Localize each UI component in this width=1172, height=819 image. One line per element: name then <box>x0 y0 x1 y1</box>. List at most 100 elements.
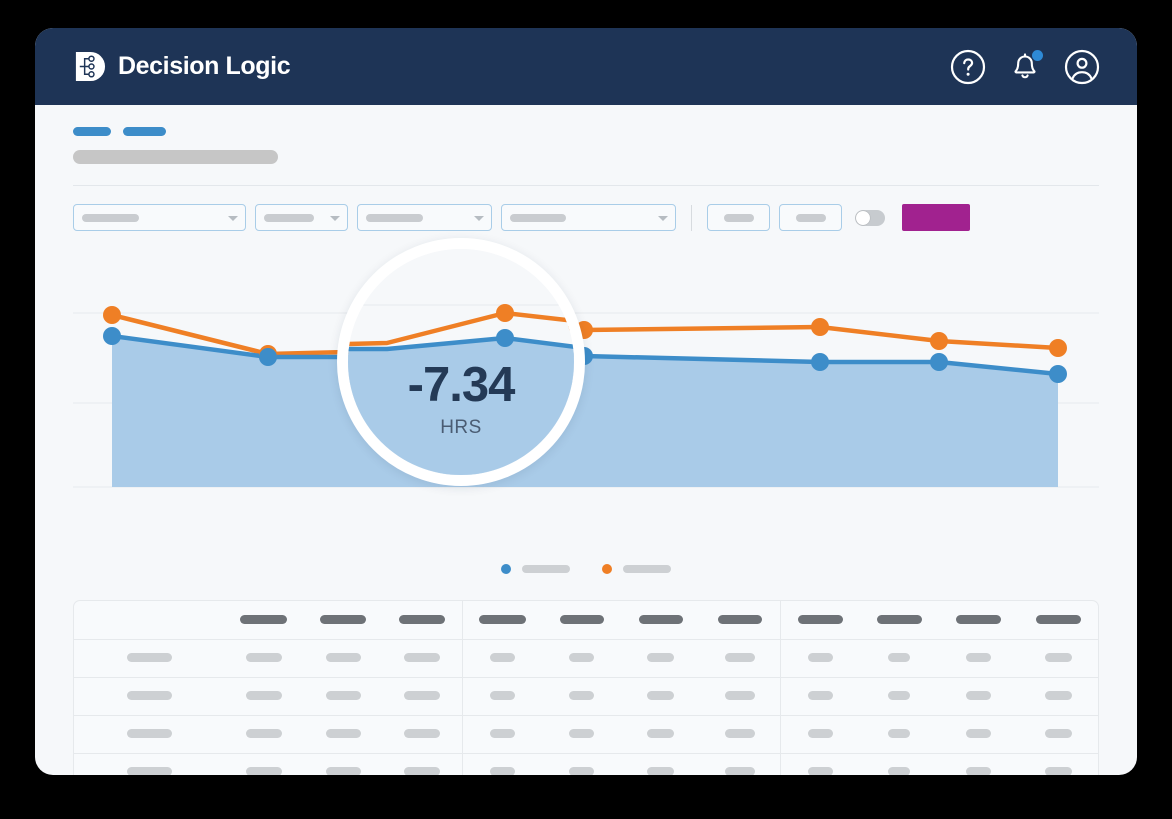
cell-pill <box>126 691 172 700</box>
table-cell <box>303 639 383 678</box>
magnifier-lens[interactable]: -7.34 HRS <box>337 238 585 486</box>
help-circle-icon[interactable] <box>949 48 987 86</box>
cell-pill <box>725 729 756 738</box>
breadcrumb <box>73 127 1099 136</box>
header-pill <box>478 614 526 624</box>
table-header-cell[interactable] <box>74 601 224 640</box>
filter-select-1[interactable] <box>73 204 246 231</box>
cell-pill <box>725 767 756 775</box>
page-title <box>73 150 278 164</box>
legend-item-series1[interactable] <box>501 564 570 574</box>
table-header-cell[interactable] <box>621 601 701 640</box>
table-cell <box>621 639 701 678</box>
apply-button[interactable] <box>902 204 970 231</box>
table-cell <box>541 753 622 775</box>
table-cell <box>224 753 304 775</box>
table-row[interactable] <box>74 639 1098 678</box>
filter-select-3-value <box>366 213 423 222</box>
cell-pill <box>569 767 595 775</box>
table-cell <box>303 753 383 775</box>
cell-pill <box>807 767 833 775</box>
chart-legend <box>35 564 1137 574</box>
header-pill <box>876 614 922 624</box>
table-cell <box>224 677 304 716</box>
cell-pill <box>325 653 361 662</box>
chart: -7.34 HRS <box>73 238 1099 555</box>
cell-pill <box>1044 729 1072 738</box>
app-window: Decision Logic -7.34 HRS <box>35 28 1137 775</box>
chevron-down-icon <box>658 215 668 221</box>
header-actions <box>949 48 1101 86</box>
toggle-knob <box>856 210 870 225</box>
chevron-down-icon <box>330 215 340 221</box>
table-cell <box>939 753 1019 775</box>
data-table-card <box>73 600 1099 775</box>
table-cell <box>939 715 1019 754</box>
cell-pill <box>404 691 441 700</box>
cell-pill <box>725 691 756 700</box>
cell-pill <box>245 691 282 700</box>
table-header-cell[interactable] <box>461 601 542 640</box>
cell-pill <box>807 691 833 700</box>
magnifier-content <box>348 249 574 475</box>
filter-select-3[interactable] <box>357 204 492 231</box>
cell-pill <box>966 653 992 662</box>
table-row[interactable] <box>74 677 1098 716</box>
chevron-down-icon <box>474 215 484 221</box>
table-cell <box>303 715 383 754</box>
breadcrumb-item-2[interactable] <box>123 127 166 136</box>
table-cell <box>382 677 463 716</box>
cell-pill <box>888 767 911 775</box>
table-header-cell[interactable] <box>303 601 383 640</box>
table-header-cell[interactable] <box>1018 601 1098 640</box>
filter-select-2[interactable] <box>255 204 348 231</box>
page-top <box>35 105 1137 186</box>
filter-select-4[interactable] <box>501 204 676 231</box>
table-row[interactable] <box>74 715 1098 754</box>
legend-label-series2 <box>623 565 671 573</box>
table-header-cell[interactable] <box>382 601 463 640</box>
cell-pill <box>807 653 833 662</box>
table-header-cell[interactable] <box>779 601 860 640</box>
filter-button-2[interactable] <box>779 204 842 231</box>
header-pill <box>240 614 288 624</box>
table-cell <box>382 753 463 775</box>
table-header-cell[interactable] <box>859 601 940 640</box>
filter-select-4-value <box>510 213 566 222</box>
cell-pill <box>126 767 172 775</box>
table-header-cell[interactable] <box>224 601 304 640</box>
view-toggle[interactable] <box>855 209 885 226</box>
filter-select-2-value <box>264 213 314 222</box>
cell-pill <box>404 767 441 775</box>
table-cell <box>700 715 781 754</box>
chevron-down-icon <box>228 215 238 221</box>
brand[interactable]: Decision Logic <box>73 50 291 83</box>
legend-item-series2[interactable] <box>602 564 671 574</box>
table-cell <box>621 677 701 716</box>
cell-pill <box>569 729 595 738</box>
bell-icon[interactable] <box>1006 48 1044 86</box>
table-cell-label <box>74 677 224 716</box>
table-header-cell[interactable] <box>541 601 622 640</box>
table-header-cell[interactable] <box>700 601 781 640</box>
chart-plot[interactable] <box>73 253 1099 555</box>
header-pill <box>797 614 843 624</box>
breadcrumb-item-1[interactable] <box>73 127 111 136</box>
table-header-cell[interactable] <box>939 601 1019 640</box>
filter-button-2-label <box>795 213 826 222</box>
table-cell <box>541 677 622 716</box>
cell-pill <box>1044 767 1072 775</box>
legend-label-series1 <box>522 565 570 573</box>
cell-pill <box>245 767 282 775</box>
table-cell <box>1018 715 1098 754</box>
table-cell <box>382 715 463 754</box>
filter-button-1[interactable] <box>707 204 770 231</box>
cell-pill <box>245 653 282 662</box>
user-avatar-icon[interactable] <box>1063 48 1101 86</box>
table-row[interactable] <box>74 753 1098 775</box>
cell-pill <box>966 691 992 700</box>
table-cell <box>1018 677 1098 716</box>
table-cell <box>621 715 701 754</box>
table-cell <box>779 715 860 754</box>
table-cell <box>779 753 860 775</box>
